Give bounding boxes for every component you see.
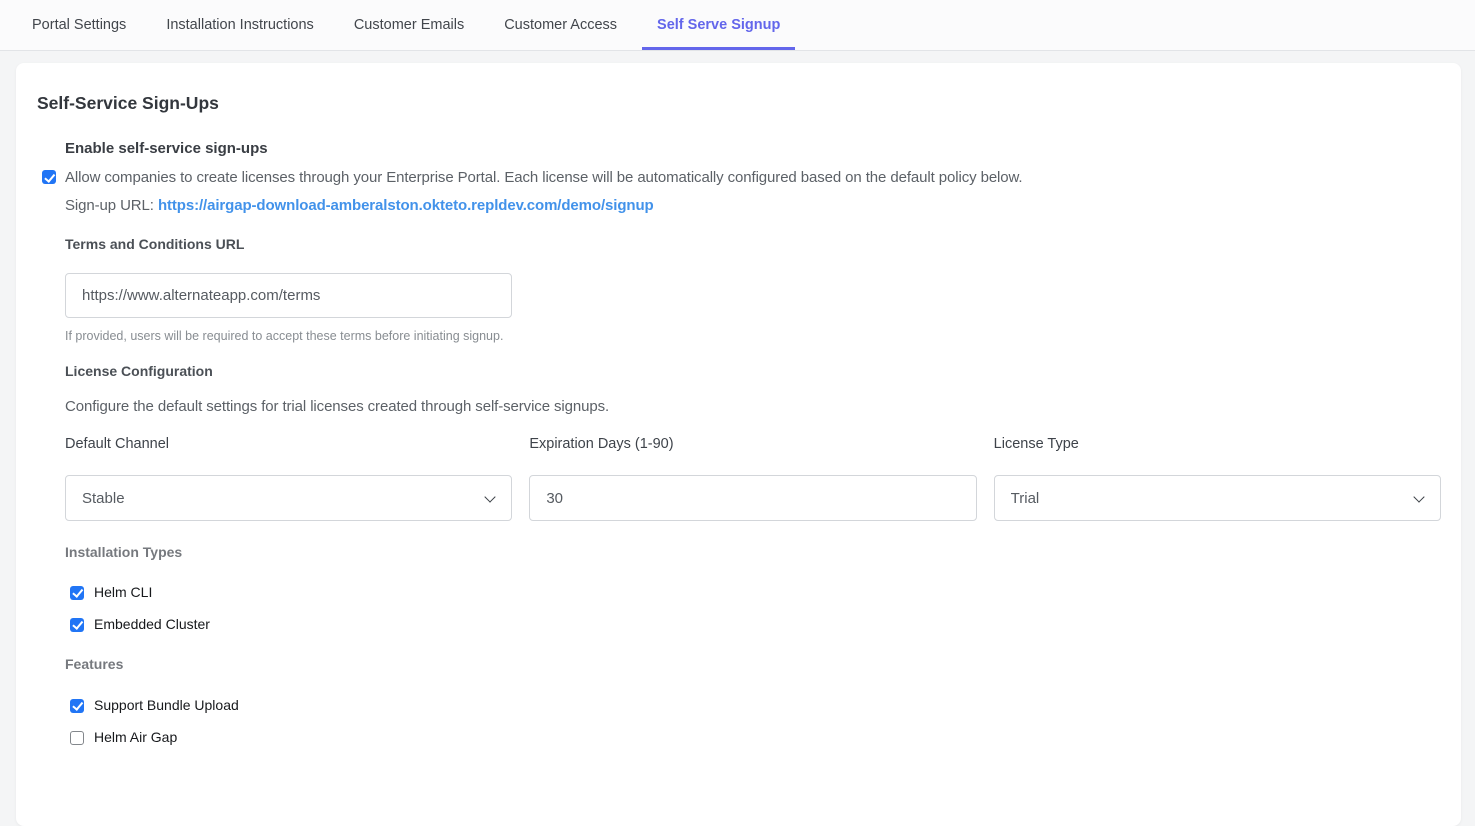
terms-url-field xyxy=(65,273,512,318)
license-type-control: Trial xyxy=(994,475,1441,521)
enable-signups-text: Allow companies to create licenses throu… xyxy=(65,167,1023,217)
tab-self-serve-signup[interactable]: Self Serve Signup xyxy=(642,0,795,50)
default-channel-label: Default Channel xyxy=(65,435,512,453)
terms-url-input[interactable] xyxy=(65,273,512,318)
settings-tabbar: Portal Settings Installation Instruction… xyxy=(0,0,1475,51)
expiration-days-label: Expiration Days (1-90) xyxy=(529,435,976,453)
tab-installation-instructions[interactable]: Installation Instructions xyxy=(151,0,329,50)
page-title: Self-Service Sign-Ups xyxy=(37,91,1441,115)
expiration-days-input[interactable] xyxy=(529,475,976,521)
signup-url-link[interactable]: https://airgap-download-amberalston.okte… xyxy=(158,197,654,214)
helm-air-gap-checkbox[interactable] xyxy=(70,731,84,745)
enable-signups-heading: Enable self-service sign-ups xyxy=(65,139,1441,159)
license-type-field: License Type Trial xyxy=(994,435,1441,521)
embedded-cluster-checkbox[interactable] xyxy=(70,618,84,632)
installation-type-row-embedded-cluster: Embedded Cluster xyxy=(70,616,1441,633)
enable-signups-row: Allow companies to create licenses throu… xyxy=(42,167,1441,217)
license-type-select[interactable]: Trial xyxy=(994,475,1441,521)
license-configuration-heading: License Configuration xyxy=(65,362,1441,380)
tab-customer-access[interactable]: Customer Access xyxy=(489,0,632,50)
license-type-label: License Type xyxy=(994,435,1441,453)
license-config-fields: Default Channel Stable Expiration Days (… xyxy=(65,435,1441,521)
expiration-days-field: Expiration Days (1-90) xyxy=(529,435,976,521)
signup-url-label: Sign-up URL: xyxy=(65,197,154,214)
feature-row-helm-air-gap: Helm Air Gap xyxy=(70,729,1441,746)
helm-cli-label: Helm CLI xyxy=(94,584,152,601)
enable-signups-checkbox[interactable] xyxy=(42,170,56,184)
tab-portal-settings[interactable]: Portal Settings xyxy=(17,0,141,50)
terms-url-helper: If provided, users will be required to a… xyxy=(65,328,1441,344)
helm-cli-checkbox[interactable] xyxy=(70,586,84,600)
installation-types-heading: Installation Types xyxy=(65,543,1441,561)
self-service-signups-card: Self-Service Sign-Ups Enable self-servic… xyxy=(16,63,1461,826)
terms-url-label: Terms and Conditions URL xyxy=(65,235,1441,253)
default-channel-select[interactable]: Stable xyxy=(65,475,512,521)
default-channel-field: Default Channel Stable xyxy=(65,435,512,521)
embedded-cluster-label: Embedded Cluster xyxy=(94,616,210,633)
tab-customer-emails[interactable]: Customer Emails xyxy=(339,0,479,50)
enable-signups-description: Allow companies to create licenses throu… xyxy=(65,167,1023,189)
installation-type-row-helm-cli: Helm CLI xyxy=(70,584,1441,601)
default-channel-control: Stable xyxy=(65,475,512,521)
features-heading: Features xyxy=(65,655,1441,673)
support-bundle-upload-label: Support Bundle Upload xyxy=(94,697,239,714)
expiration-days-control xyxy=(529,475,976,521)
support-bundle-upload-checkbox[interactable] xyxy=(70,699,84,713)
signup-url-line: Sign-up URL: https://airgap-download-amb… xyxy=(65,195,1023,217)
license-configuration-description: Configure the default settings for trial… xyxy=(65,397,1441,417)
feature-row-support-bundle-upload: Support Bundle Upload xyxy=(70,697,1441,714)
helm-air-gap-label: Helm Air Gap xyxy=(94,729,177,746)
